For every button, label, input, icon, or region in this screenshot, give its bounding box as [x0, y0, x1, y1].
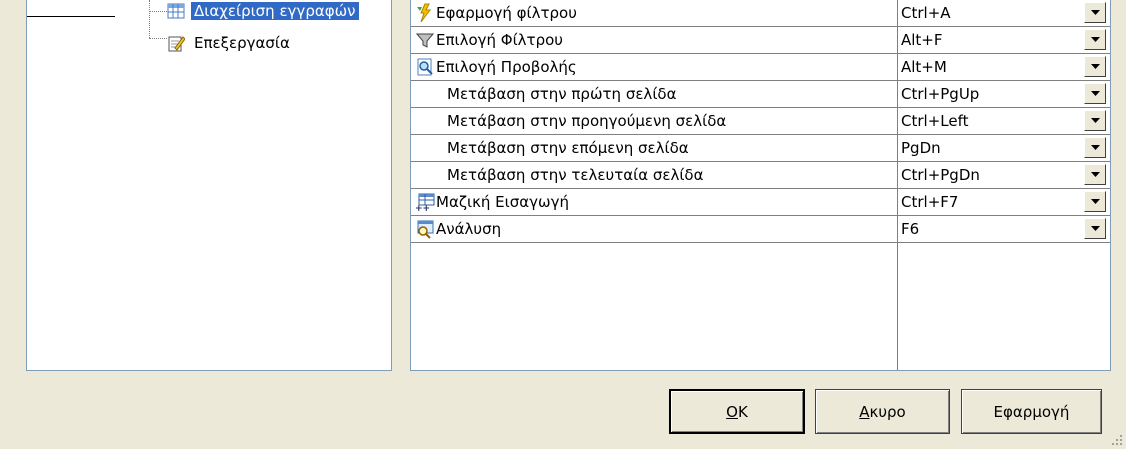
- shortcut-key[interactable]: Alt+F: [898, 27, 1084, 53]
- table-row[interactable]: Ανάλυση F6: [411, 216, 1110, 243]
- chevron-down-icon: [1090, 145, 1100, 150]
- chevron-down-icon: [1090, 91, 1100, 96]
- svg-text:++: ++: [415, 204, 430, 212]
- dropdown-button[interactable]: [1084, 2, 1106, 23]
- shortcut-key[interactable]: Ctrl+PgDn: [898, 162, 1084, 188]
- table-row[interactable]: ++ Μαζική Εισαγωγή Ctrl+F7: [411, 189, 1110, 216]
- shortcut-name: Μετάβαση στην επόμενη σελίδα: [447, 139, 689, 157]
- funnel-icon: [415, 33, 435, 48]
- shortcut-name: Μετάβαση στην τελευταία σελίδα: [447, 166, 704, 184]
- chevron-down-icon: [1090, 10, 1100, 15]
- cancel-button[interactable]: Ακυρο: [815, 389, 950, 434]
- shortcut-key[interactable]: PgDn: [898, 135, 1084, 161]
- edit-icon: [168, 36, 185, 52]
- shortcut-name: Επιλογή Προβολής: [436, 58, 577, 76]
- tree-item-label: Διαχείριση εγγραφών: [191, 2, 359, 20]
- bulk-insert-icon: ++: [415, 193, 435, 212]
- table-row[interactable]: Επιλογή Φίλτρου Alt+F: [411, 27, 1110, 54]
- table-icon: [167, 3, 185, 19]
- table-row[interactable]: Μετάβαση στην τελευταία σελίδα Ctrl+PgDn: [411, 162, 1110, 189]
- shortcut-name: Ανάλυση: [436, 220, 502, 238]
- chevron-down-icon: [1090, 199, 1100, 204]
- table-row[interactable]: Μετάβαση στην πρώτη σελίδα Ctrl+PgUp: [411, 81, 1110, 108]
- dropdown-button[interactable]: [1084, 83, 1106, 104]
- filter-apply-icon: [417, 3, 431, 23]
- chevron-down-icon: [1090, 64, 1100, 69]
- shortcut-name: Μαζική Εισαγωγή: [436, 193, 569, 211]
- shortcut-name: Μετάβαση στην προηγούμενη σελίδα: [447, 112, 727, 130]
- dropdown-button[interactable]: [1084, 164, 1106, 185]
- tree-item-label: Επεξεργασία: [194, 34, 290, 52]
- chevron-down-icon: [1090, 172, 1100, 177]
- shortcut-name: Εφαρμογή φίλτρου: [436, 4, 577, 22]
- shortcut-name: Μετάβαση στην πρώτη σελίδα: [447, 85, 677, 103]
- chevron-down-icon: [1090, 37, 1100, 42]
- table-row[interactable]: Εφαρμογή φίλτρου Ctrl+A: [411, 0, 1110, 27]
- shortcut-key[interactable]: Ctrl+PgUp: [898, 81, 1084, 107]
- dropdown-button[interactable]: [1084, 110, 1106, 131]
- shortcut-key[interactable]: Ctrl+F7: [898, 189, 1084, 215]
- ok-button[interactable]: OK: [669, 389, 805, 434]
- tree-item-records[interactable]: Διαχείριση εγγραφών: [167, 0, 359, 22]
- apply-button[interactable]: Εφαρμογή: [961, 389, 1102, 434]
- dropdown-button[interactable]: [1084, 56, 1106, 77]
- shortcut-name: Επιλογή Φίλτρου: [436, 31, 563, 49]
- table-row[interactable]: Μετάβαση στην προηγούμενη σελίδα Ctrl+Le…: [411, 108, 1110, 135]
- tree-item-edit[interactable]: Επεξεργασία: [167, 32, 293, 54]
- resize-grip-icon[interactable]: [1109, 432, 1123, 446]
- dropdown-button[interactable]: [1084, 191, 1106, 212]
- dropdown-button[interactable]: [1084, 29, 1106, 50]
- shortcuts-grid: Εφαρμογή φίλτρου Ctrl+A Επιλογή Φίλτρου …: [410, 0, 1111, 371]
- table-row[interactable]: Επιλογή Προβολής Alt+M: [411, 54, 1110, 81]
- shortcut-key[interactable]: Ctrl+A: [898, 0, 1084, 26]
- view-icon: [417, 58, 433, 76]
- chevron-down-icon: [1090, 226, 1100, 231]
- shortcut-key[interactable]: F6: [898, 216, 1084, 242]
- analysis-icon: [417, 220, 434, 239]
- table-row[interactable]: Μετάβαση στην επόμενη σελίδα PgDn: [411, 135, 1110, 162]
- tree-panel: Διαχείριση εγγραφών Επεξεργασία: [26, 0, 392, 371]
- shortcut-key[interactable]: Alt+M: [898, 54, 1084, 80]
- shortcut-key[interactable]: Ctrl+Left: [898, 108, 1084, 134]
- chevron-down-icon: [1090, 118, 1100, 123]
- dropdown-button[interactable]: [1084, 137, 1106, 158]
- tree-corner: [27, 0, 115, 17]
- dropdown-button[interactable]: [1084, 218, 1106, 239]
